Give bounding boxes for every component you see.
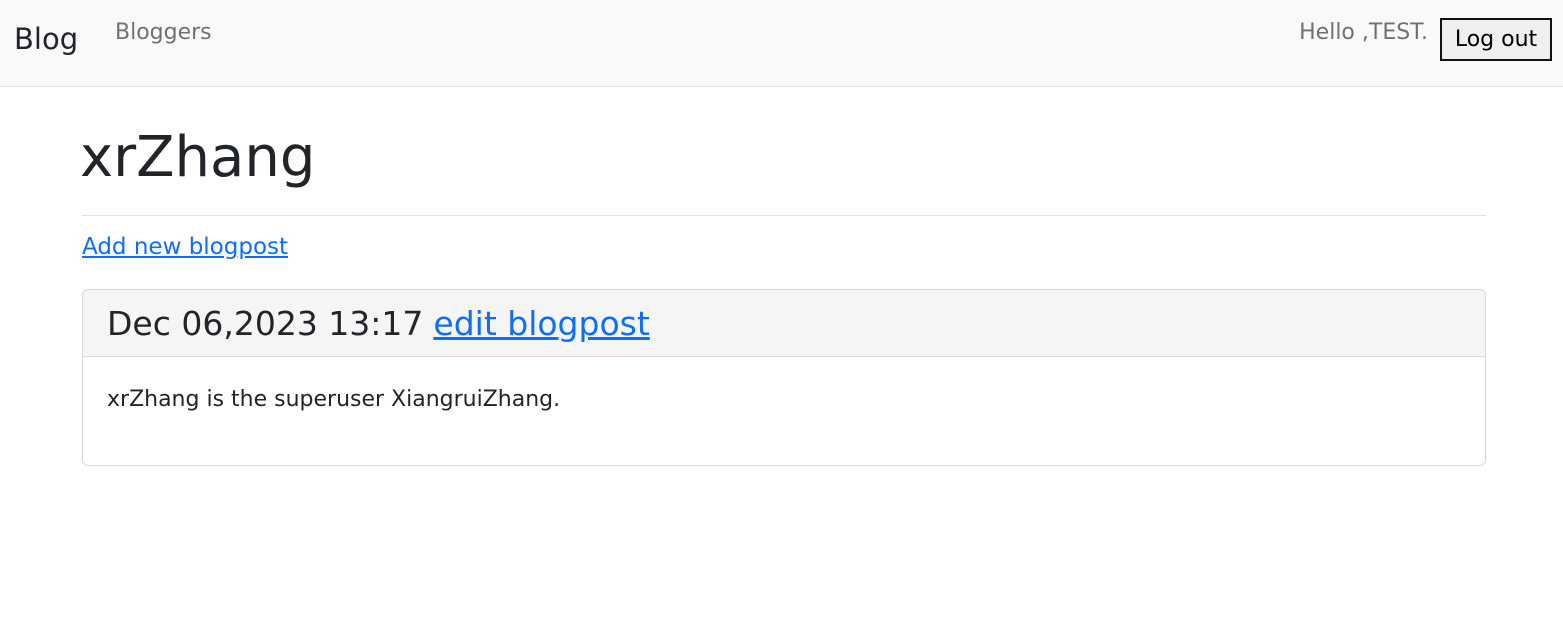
top-navbar: Blog Bloggers Hello ,TEST. Log out [0,0,1563,87]
logout-button[interactable]: Log out [1440,18,1552,61]
blogpost-card: Dec 06,2023 13:17 edit blogpost xrZhang … [82,289,1486,466]
greeting-text: Hello ,TEST. [1299,20,1428,45]
post-date: Dec 06,2023 13:17 [107,303,424,343]
nav-link-bloggers[interactable]: Bloggers [115,18,212,48]
title-divider [82,215,1486,216]
brand-link[interactable]: Blog [14,20,78,58]
page-title: xrZhang [80,125,316,190]
blogpost-card-header: Dec 06,2023 13:17 edit blogpost [83,290,1485,357]
blogpost-body: xrZhang is the superuser XiangruiZhang. [107,387,561,412]
edit-blogpost-link[interactable]: edit blogpost [433,304,649,343]
add-new-blogpost-link[interactable]: Add new blogpost [82,232,288,262]
